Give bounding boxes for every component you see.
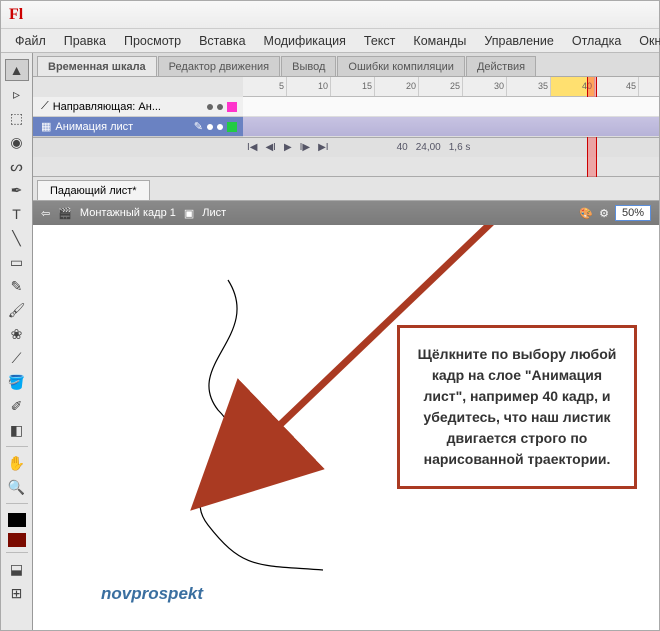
leaf-symbol[interactable] [233, 435, 265, 472]
brush-tool[interactable]: 🖌 [5, 299, 29, 321]
prev-frame-button[interactable]: ◀I [265, 142, 275, 153]
layer-guide-track[interactable] [243, 97, 659, 117]
hand-tool[interactable]: ✋ [5, 452, 29, 474]
app-logo: Fl [9, 6, 23, 24]
back-icon[interactable]: ⇦ [41, 207, 50, 220]
layer-animation-label: Анимация лист [55, 121, 133, 133]
title-bar: Fl [1, 1, 659, 29]
layer-icon: ▦ [41, 120, 51, 133]
options-2[interactable]: ⊞ [5, 582, 29, 604]
breadcrumb-symbol[interactable]: Лист [202, 207, 226, 219]
guide-icon: ⟋ [41, 100, 49, 113]
line-tool[interactable]: ╲ [5, 227, 29, 249]
next-frame-button[interactable]: I▶ [300, 142, 310, 153]
stage[interactable]: Щёлкните по выбору любой кадр на слое "А… [33, 225, 659, 630]
bone-tool[interactable]: ⟋ [5, 347, 29, 369]
edit-symbols-icon[interactable]: ⚙ [599, 207, 609, 220]
subselect-tool[interactable]: ▹ [5, 83, 29, 105]
timeline-panel: 5 10 15 20 25 30 35 40 45 ⟋ Направляющая… [33, 77, 659, 177]
tick-15: 15 [331, 77, 375, 96]
layer-row-anim: ▦ Анимация лист ✎ [33, 117, 659, 137]
layer-animation[interactable]: ▦ Анимация лист ✎ [33, 117, 243, 137]
zoom-input[interactable]: 50% [615, 205, 651, 221]
selection-tool[interactable]: ▲ [5, 59, 29, 81]
annotation-box: Щёлкните по выбору любой кадр на слое "А… [397, 325, 637, 489]
options-1[interactable]: ⬓ [5, 558, 29, 580]
menu-modify[interactable]: Модификация [256, 32, 354, 50]
scene-bar: ⇦ 🎬 Монтажный кадр 1 ▣ Лист 🎨 ⚙ 50% [33, 201, 659, 225]
3d-rotate-tool[interactable]: ◉ [5, 131, 29, 153]
eyedropper-tool[interactable]: ✐ [5, 395, 29, 417]
last-frame-button[interactable]: ▶I [318, 142, 328, 153]
layer-guide-label: Направляющая: Ан... [53, 101, 161, 113]
menu-edit[interactable]: Правка [56, 32, 114, 50]
menu-insert[interactable]: Вставка [191, 32, 253, 50]
document-tabs: Падающий лист* [33, 177, 659, 201]
layer-animation-track[interactable] [243, 117, 659, 137]
annotation-text: Щёлкните по выбору любой кадр на слое "А… [418, 346, 617, 467]
time-display: 1,6 s [449, 142, 471, 153]
timeline-ruler[interactable]: 5 10 15 20 25 30 35 40 45 [243, 77, 659, 97]
text-tool[interactable]: T [5, 203, 29, 225]
layer-row-guide: ⟋ Направляющая: Ан... [33, 97, 659, 117]
lasso-tool[interactable]: ᔕ [5, 155, 29, 177]
tick-25: 25 [419, 77, 463, 96]
tab-motion-editor[interactable]: Редактор движения [158, 56, 280, 76]
menu-control[interactable]: Управление [476, 32, 562, 50]
pen-tool[interactable]: ✒ [5, 179, 29, 201]
document-tab[interactable]: Падающий лист* [37, 180, 150, 200]
fill-swatch[interactable] [8, 533, 26, 547]
timeline-controls: I◀ ◀I ▶ I▶ ▶I 40 24,00 1,6 s [33, 137, 659, 157]
menu-window[interactable]: Окно [631, 32, 660, 50]
menu-commands[interactable]: Команды [405, 32, 474, 50]
panel-tabs: Временная шкала Редактор движения Вывод … [33, 53, 659, 77]
pencil-icon: ✎ [194, 120, 203, 133]
deco-tool[interactable]: ❀ [5, 323, 29, 345]
tab-output[interactable]: Вывод [281, 56, 336, 76]
menu-file[interactable]: Файл [7, 32, 54, 50]
tick-10: 10 [287, 77, 331, 96]
paint-bucket-tool[interactable]: 🪣 [5, 371, 29, 393]
tick-45: 45 [595, 77, 639, 96]
motion-path [33, 225, 433, 630]
scene-icon: 🎬 [58, 207, 72, 220]
tick-30: 30 [463, 77, 507, 96]
watermark: novprospekt [101, 584, 203, 604]
fps-display: 24,00 [416, 142, 441, 153]
free-transform-tool[interactable]: ⬚ [5, 107, 29, 129]
toolbox: ▲ ▹ ⬚ ◉ ᔕ ✒ T ╲ ▭ ✎ 🖌 ❀ ⟋ 🪣 ✐ ◧ ✋ 🔍 ⬓ ⊞ [1, 53, 33, 630]
tick-20: 20 [375, 77, 419, 96]
menu-bar: Файл Правка Просмотр Вставка Модификация… [1, 29, 659, 53]
stroke-swatch[interactable] [8, 513, 26, 527]
tick-35: 35 [507, 77, 551, 96]
menu-view[interactable]: Просмотр [116, 32, 189, 50]
eraser-tool[interactable]: ◧ [5, 419, 29, 441]
first-frame-button[interactable]: I◀ [247, 142, 257, 153]
layer-guide[interactable]: ⟋ Направляющая: Ан... [33, 97, 243, 117]
menu-text[interactable]: Текст [356, 32, 403, 50]
tab-actions[interactable]: Действия [466, 56, 536, 76]
symbol-icon: ▣ [184, 207, 194, 220]
play-button[interactable]: ▶ [284, 142, 292, 153]
edit-scene-icon[interactable]: 🎨 [579, 207, 593, 220]
tab-errors[interactable]: Ошибки компиляции [337, 56, 465, 76]
menu-debug[interactable]: Отладка [564, 32, 629, 50]
pencil-tool[interactable]: ✎ [5, 275, 29, 297]
tick-5: 5 [243, 77, 287, 96]
breadcrumb-scene[interactable]: Монтажный кадр 1 [80, 207, 176, 219]
current-frame: 40 [397, 142, 408, 153]
zoom-tool[interactable]: 🔍 [5, 476, 29, 498]
rect-tool[interactable]: ▭ [5, 251, 29, 273]
tab-timeline[interactable]: Временная шкала [37, 56, 157, 76]
